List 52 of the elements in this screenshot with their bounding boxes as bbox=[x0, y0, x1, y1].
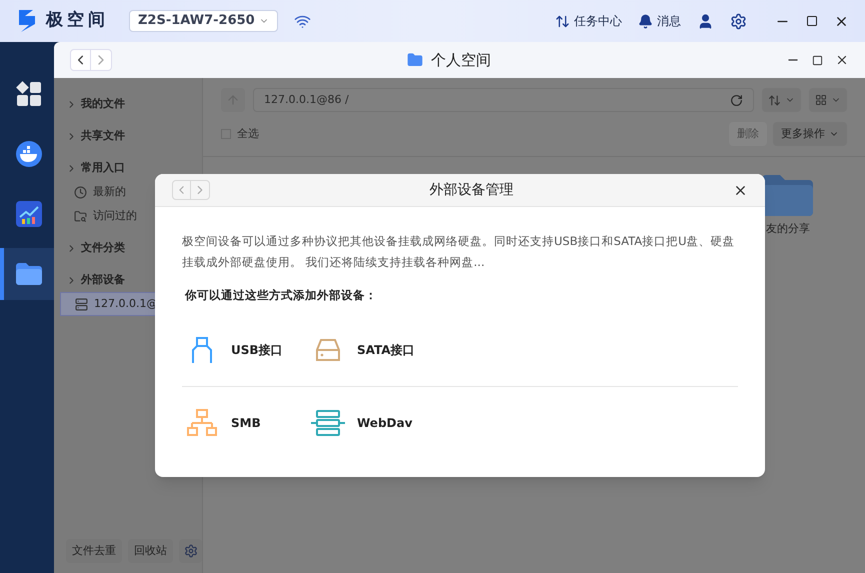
sort-button[interactable] bbox=[762, 88, 801, 112]
sidebar-item[interactable]: 最新的 bbox=[60, 180, 202, 204]
select-all-label: 全选 bbox=[237, 126, 259, 142]
sidebar-section[interactable]: 共享文件 bbox=[81, 128, 125, 144]
refresh-icon[interactable] bbox=[730, 94, 743, 106]
folder-icon bbox=[761, 173, 815, 217]
window-title: 个人空间 bbox=[431, 50, 491, 71]
sort-icon bbox=[768, 94, 781, 106]
whale-icon[interactable] bbox=[15, 140, 43, 168]
view-button[interactable] bbox=[809, 88, 847, 112]
transfer-icon bbox=[555, 14, 570, 28]
chart-icon[interactable] bbox=[16, 201, 42, 227]
dialog-title: 外部设备管理 bbox=[428, 180, 514, 200]
sidebar-button[interactable]: 文件去重 bbox=[66, 539, 122, 563]
settings-button[interactable] bbox=[179, 539, 202, 563]
sidebar-section[interactable]: 我的文件 bbox=[81, 96, 125, 112]
sidebar-section[interactable]: 外部设备 bbox=[81, 272, 125, 288]
description: 极空间设备可以通过多种协议把其他设备挂载成网络硬盘。同时还支持USB接口和SATA接口把U盘、硬盘挂载成外部硬盘使用。 我们还将陆续支持挂载各种网盘... bbox=[182, 233, 736, 271]
sidebar-button[interactable]: 回收站 bbox=[128, 539, 173, 563]
brand-name: 极空间 bbox=[46, 9, 109, 32]
close-icon[interactable] bbox=[835, 53, 849, 67]
user-icon[interactable] bbox=[697, 12, 714, 30]
file-name[interactable]: 友的分享 bbox=[766, 221, 810, 238]
device-type-option[interactable]: USB接口 bbox=[185, 336, 311, 364]
server-stack-icon bbox=[311, 410, 345, 436]
sidebar-section[interactable]: 文件分类 bbox=[81, 240, 125, 256]
path-field[interactable]: 127.0.0.1@86 / bbox=[253, 88, 754, 112]
device-type-option[interactable]: SMB bbox=[185, 408, 311, 437]
bell-icon bbox=[638, 14, 653, 28]
task-center-button[interactable]: 任务中心 bbox=[555, 12, 622, 30]
network-icon bbox=[187, 408, 217, 437]
grid-view-icon bbox=[815, 94, 827, 106]
logo-icon bbox=[16, 8, 38, 34]
sidebar-item[interactable]: 访问过的 bbox=[60, 204, 202, 228]
server-icon bbox=[75, 298, 88, 310]
clock-icon bbox=[74, 186, 87, 198]
folder-icon bbox=[407, 52, 423, 68]
grid-icon[interactable] bbox=[16, 81, 42, 107]
toolbar-button[interactable]: 更多操作 bbox=[773, 122, 847, 146]
hard-drive-icon bbox=[315, 337, 341, 364]
folder-icon[interactable] bbox=[15, 262, 43, 286]
restore-icon[interactable] bbox=[812, 54, 823, 66]
settings-icon[interactable] bbox=[730, 12, 747, 30]
folder-eye-icon bbox=[74, 210, 87, 222]
device-selector[interactable]: Z2S-1AW7-2650 bbox=[129, 10, 278, 32]
maximize-icon[interactable] bbox=[806, 15, 818, 27]
sidebar-section[interactable]: 常用入口 bbox=[81, 160, 125, 176]
device-type-option[interactable]: SATA接口 bbox=[311, 337, 437, 364]
settings-icon bbox=[184, 544, 198, 558]
device-type-option[interactable]: WebDav bbox=[311, 410, 437, 436]
usb-icon bbox=[189, 336, 215, 364]
messages-button[interactable]: 消息 bbox=[638, 12, 681, 30]
